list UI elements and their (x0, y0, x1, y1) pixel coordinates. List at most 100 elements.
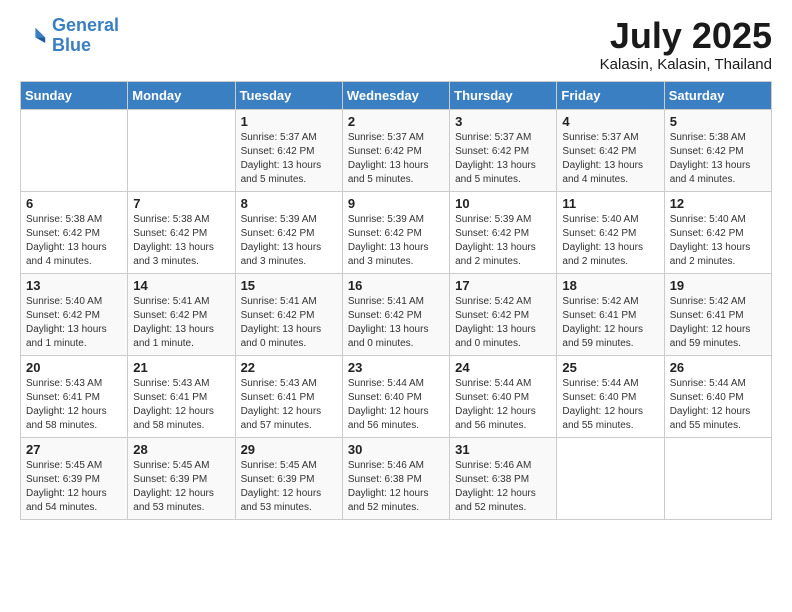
day-number: 1 (241, 114, 337, 129)
dow-header: Saturday (664, 81, 771, 109)
cell-info: Sunrise: 5:37 AM Sunset: 6:42 PM Dayligh… (241, 131, 337, 187)
calendar-cell: 1 Sunrise: 5:37 AM Sunset: 6:42 PM Daylig… (235, 109, 342, 191)
day-number: 4 (562, 114, 658, 129)
page-container: General Blue July 2025 Kalasin, Kalasin,… (0, 0, 792, 530)
cell-info: Sunrise: 5:41 AM Sunset: 6:42 PM Dayligh… (241, 295, 337, 351)
cell-info: Sunrise: 5:45 AM Sunset: 6:39 PM Dayligh… (26, 459, 122, 515)
logo-blue: Blue (52, 35, 91, 55)
cell-info: Sunrise: 5:41 AM Sunset: 6:42 PM Dayligh… (133, 295, 229, 351)
cell-info: Sunrise: 5:42 AM Sunset: 6:42 PM Dayligh… (455, 295, 551, 351)
day-number: 14 (133, 278, 229, 293)
calendar-week-row: 6Sunrise: 5:38 AM Sunset: 6:42 PM Daylig… (21, 191, 772, 273)
calendar-cell: 7 Sunrise: 5:38 AM Sunset: 6:42 PM Daylig… (128, 191, 235, 273)
calendar-cell: 15 Sunrise: 5:41 AM Sunset: 6:42 PM Dayli… (235, 273, 342, 355)
calendar-body: 1 Sunrise: 5:37 AM Sunset: 6:42 PM Daylig… (21, 109, 772, 519)
calendar-cell: 4 Sunrise: 5:37 AM Sunset: 6:42 PM Daylig… (557, 109, 664, 191)
calendar-cell: 23 Sunrise: 5:44 AM Sunset: 6:40 PM Dayli… (342, 355, 449, 437)
calendar-cell: 8 Sunrise: 5:39 AM Sunset: 6:42 PM Daylig… (235, 191, 342, 273)
calendar-cell: 19Sunrise: 5:42 AM Sunset: 6:41 PM Dayli… (664, 273, 771, 355)
day-number: 27 (26, 442, 122, 457)
day-number: 28 (133, 442, 229, 457)
dow-header: Friday (557, 81, 664, 109)
cell-info: Sunrise: 5:46 AM Sunset: 6:38 PM Dayligh… (455, 459, 551, 515)
calendar-cell: 14 Sunrise: 5:41 AM Sunset: 6:42 PM Dayli… (128, 273, 235, 355)
calendar-cell: 5Sunrise: 5:38 AM Sunset: 6:42 PM Daylig… (664, 109, 771, 191)
day-number: 19 (670, 278, 766, 293)
day-number: 8 (241, 196, 337, 211)
dow-header: Thursday (450, 81, 557, 109)
day-number: 3 (455, 114, 551, 129)
dow-header: Wednesday (342, 81, 449, 109)
location-title: Kalasin, Kalasin, Thailand (600, 56, 772, 73)
calendar-cell: 13Sunrise: 5:40 AM Sunset: 6:42 PM Dayli… (21, 273, 128, 355)
day-number: 7 (133, 196, 229, 211)
calendar-week-row: 13Sunrise: 5:40 AM Sunset: 6:42 PM Dayli… (21, 273, 772, 355)
calendar-cell: 16 Sunrise: 5:41 AM Sunset: 6:42 PM Dayli… (342, 273, 449, 355)
day-number: 9 (348, 196, 444, 211)
cell-info: Sunrise: 5:38 AM Sunset: 6:42 PM Dayligh… (670, 131, 766, 187)
cell-info: Sunrise: 5:45 AM Sunset: 6:39 PM Dayligh… (133, 459, 229, 515)
logo-text: General Blue (52, 16, 119, 56)
day-number: 30 (348, 442, 444, 457)
day-number: 15 (241, 278, 337, 293)
day-number: 16 (348, 278, 444, 293)
calendar-cell: 11 Sunrise: 5:40 AM Sunset: 6:42 PM Dayli… (557, 191, 664, 273)
calendar-cell: 29 Sunrise: 5:45 AM Sunset: 6:39 PM Dayli… (235, 437, 342, 519)
cell-info: Sunrise: 5:39 AM Sunset: 6:42 PM Dayligh… (455, 213, 551, 269)
day-number: 12 (670, 196, 766, 211)
calendar-cell: 10 Sunrise: 5:39 AM Sunset: 6:42 PM Dayli… (450, 191, 557, 273)
calendar-cell (557, 437, 664, 519)
day-number: 13 (26, 278, 122, 293)
cell-info: Sunrise: 5:44 AM Sunset: 6:40 PM Dayligh… (455, 377, 551, 433)
calendar-week-row: 20 Sunrise: 5:43 AM Sunset: 6:41 PM Dayli… (21, 355, 772, 437)
day-number: 11 (562, 196, 658, 211)
dow-header: Tuesday (235, 81, 342, 109)
cell-info: Sunrise: 5:44 AM Sunset: 6:40 PM Dayligh… (348, 377, 444, 433)
cell-info: Sunrise: 5:40 AM Sunset: 6:42 PM Dayligh… (670, 213, 766, 269)
day-number: 29 (241, 442, 337, 457)
dow-header: Monday (128, 81, 235, 109)
day-number: 10 (455, 196, 551, 211)
cell-info: Sunrise: 5:43 AM Sunset: 6:41 PM Dayligh… (241, 377, 337, 433)
day-number: 20 (26, 360, 122, 375)
calendar-table: SundayMondayTuesdayWednesdayThursdayFrid… (20, 81, 772, 520)
cell-info: Sunrise: 5:44 AM Sunset: 6:40 PM Dayligh… (670, 377, 766, 433)
cell-info: Sunrise: 5:40 AM Sunset: 6:42 PM Dayligh… (562, 213, 658, 269)
header: General Blue July 2025 Kalasin, Kalasin,… (20, 16, 772, 73)
day-number: 23 (348, 360, 444, 375)
cell-info: Sunrise: 5:37 AM Sunset: 6:42 PM Dayligh… (348, 131, 444, 187)
title-block: July 2025 Kalasin, Kalasin, Thailand (600, 16, 772, 73)
day-number: 2 (348, 114, 444, 129)
day-number: 31 (455, 442, 551, 457)
calendar-cell: 20Sunrise: 5:43 AM Sunset: 6:41 PM Dayli… (21, 355, 128, 437)
cell-info: Sunrise: 5:37 AM Sunset: 6:42 PM Dayligh… (455, 131, 551, 187)
calendar-cell: 18Sunrise: 5:42 AM Sunset: 6:41 PM Dayli… (557, 273, 664, 355)
calendar-cell: 17Sunrise: 5:42 AM Sunset: 6:42 PM Dayli… (450, 273, 557, 355)
logo: General Blue (20, 16, 119, 56)
day-number: 25 (562, 360, 658, 375)
cell-info: Sunrise: 5:39 AM Sunset: 6:42 PM Dayligh… (241, 213, 337, 269)
cell-info: Sunrise: 5:39 AM Sunset: 6:42 PM Dayligh… (348, 213, 444, 269)
cell-info: Sunrise: 5:41 AM Sunset: 6:42 PM Dayligh… (348, 295, 444, 351)
cell-info: Sunrise: 5:46 AM Sunset: 6:38 PM Dayligh… (348, 459, 444, 515)
day-number: 22 (241, 360, 337, 375)
calendar-week-row: 1 Sunrise: 5:37 AM Sunset: 6:42 PM Daylig… (21, 109, 772, 191)
cell-info: Sunrise: 5:37 AM Sunset: 6:42 PM Dayligh… (562, 131, 658, 187)
calendar-cell: 21Sunrise: 5:43 AM Sunset: 6:41 PM Dayli… (128, 355, 235, 437)
calendar-cell: 12 Sunrise: 5:40 AM Sunset: 6:42 PM Dayli… (664, 191, 771, 273)
calendar-cell (664, 437, 771, 519)
cell-info: Sunrise: 5:45 AM Sunset: 6:39 PM Dayligh… (241, 459, 337, 515)
day-number: 26 (670, 360, 766, 375)
calendar-cell: 2 Sunrise: 5:37 AM Sunset: 6:42 PM Daylig… (342, 109, 449, 191)
month-title: July 2025 (600, 16, 772, 56)
calendar-cell: 6Sunrise: 5:38 AM Sunset: 6:42 PM Daylig… (21, 191, 128, 273)
logo-general: General (52, 15, 119, 35)
calendar-cell: 30 Sunrise: 5:46 AM Sunset: 6:38 PM Dayli… (342, 437, 449, 519)
calendar-cell: 22 Sunrise: 5:43 AM Sunset: 6:41 PM Dayli… (235, 355, 342, 437)
calendar-cell: 31 Sunrise: 5:46 AM Sunset: 6:38 PM Dayli… (450, 437, 557, 519)
logo-icon (20, 22, 48, 50)
calendar-cell: 9 Sunrise: 5:39 AM Sunset: 6:42 PM Daylig… (342, 191, 449, 273)
dow-header: Sunday (21, 81, 128, 109)
calendar-cell: 26 Sunrise: 5:44 AM Sunset: 6:40 PM Dayli… (664, 355, 771, 437)
cell-info: Sunrise: 5:38 AM Sunset: 6:42 PM Dayligh… (133, 213, 229, 269)
